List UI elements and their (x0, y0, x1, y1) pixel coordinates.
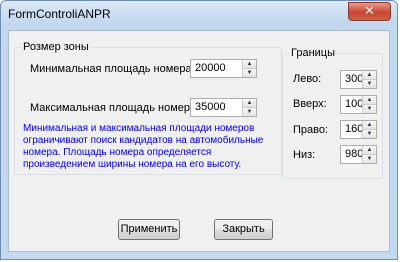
bound-top-spinner[interactable]: 100 ▲ ▼ (340, 95, 377, 114)
dialog-window: FormControliANPR ✕ Розмер зоны Минимальн… (0, 0, 398, 260)
max-area-spin-buttons: ▲ ▼ (242, 99, 256, 116)
spin-down-icon[interactable]: ▼ (363, 130, 376, 138)
max-area-spinner[interactable]: 35000 ▲ ▼ (190, 98, 257, 117)
apply-button[interactable]: Применить (118, 219, 180, 240)
spin-down-icon[interactable]: ▼ (363, 105, 376, 113)
zone-size-group: Розмер зоны Минимальная площадь номера: … (14, 41, 282, 175)
spin-up-icon[interactable]: ▲ (363, 121, 376, 130)
spin-down-icon[interactable]: ▼ (243, 108, 256, 116)
bound-bottom-value: 980 (345, 148, 364, 160)
title-bar[interactable]: FormControliANPR ✕ (1, 1, 397, 25)
close-window-button[interactable]: ✕ (348, 2, 391, 21)
bound-top-spin-buttons: ▲ ▼ (362, 96, 376, 113)
bound-left-spin-buttons: ▲ ▼ (362, 71, 376, 88)
bound-left-label: Лево: (293, 73, 322, 85)
bounds-group-title: Границы (289, 47, 337, 59)
spin-down-icon[interactable]: ▼ (363, 80, 376, 88)
bound-bottom-label: Низ: (293, 149, 316, 161)
spin-up-icon[interactable]: ▲ (363, 146, 376, 155)
min-area-value: 20000 (195, 62, 226, 74)
close-icon: ✕ (364, 3, 375, 18)
bound-left-value: 300 (345, 73, 364, 85)
bound-top-value: 100 (345, 98, 364, 110)
bounds-group: Границы Лево: 300 ▲ ▼ Вверх: 100 ▲ ▼ Пра… (282, 47, 383, 179)
bound-right-label: Право: (293, 124, 329, 136)
min-area-label: Минимальная площадь номера: (30, 63, 195, 75)
zone-size-group-title: Розмер зоны (21, 41, 91, 53)
bound-right-spinner[interactable]: 1600 ▲ ▼ (340, 120, 377, 139)
spin-down-icon[interactable]: ▼ (363, 155, 376, 163)
max-area-label: Максимальная площадь номера: (30, 102, 200, 114)
window-title: FormControliANPR (8, 7, 111, 21)
spin-up-icon[interactable]: ▲ (363, 71, 376, 80)
spin-up-icon[interactable]: ▲ (243, 60, 256, 69)
bound-bottom-spin-buttons: ▲ ▼ (362, 146, 376, 163)
bound-top-label: Вверх: (293, 98, 327, 110)
bound-left-spinner[interactable]: 300 ▲ ▼ (340, 70, 377, 89)
bound-bottom-spinner[interactable]: 980 ▲ ▼ (340, 145, 377, 164)
zone-size-description: Минимальная и максимальная площади номер… (23, 123, 264, 170)
min-area-spinner[interactable]: 20000 ▲ ▼ (190, 59, 257, 78)
min-area-spin-buttons: ▲ ▼ (242, 60, 256, 77)
spin-up-icon[interactable]: ▲ (363, 96, 376, 105)
spin-up-icon[interactable]: ▲ (243, 99, 256, 108)
spin-down-icon[interactable]: ▼ (243, 69, 256, 77)
close-button[interactable]: Закрыть (214, 219, 273, 240)
bound-right-spin-buttons: ▲ ▼ (362, 121, 376, 138)
dialog-client-area: Розмер зоны Минимальная площадь номера: … (8, 30, 390, 252)
max-area-value: 35000 (195, 101, 226, 113)
